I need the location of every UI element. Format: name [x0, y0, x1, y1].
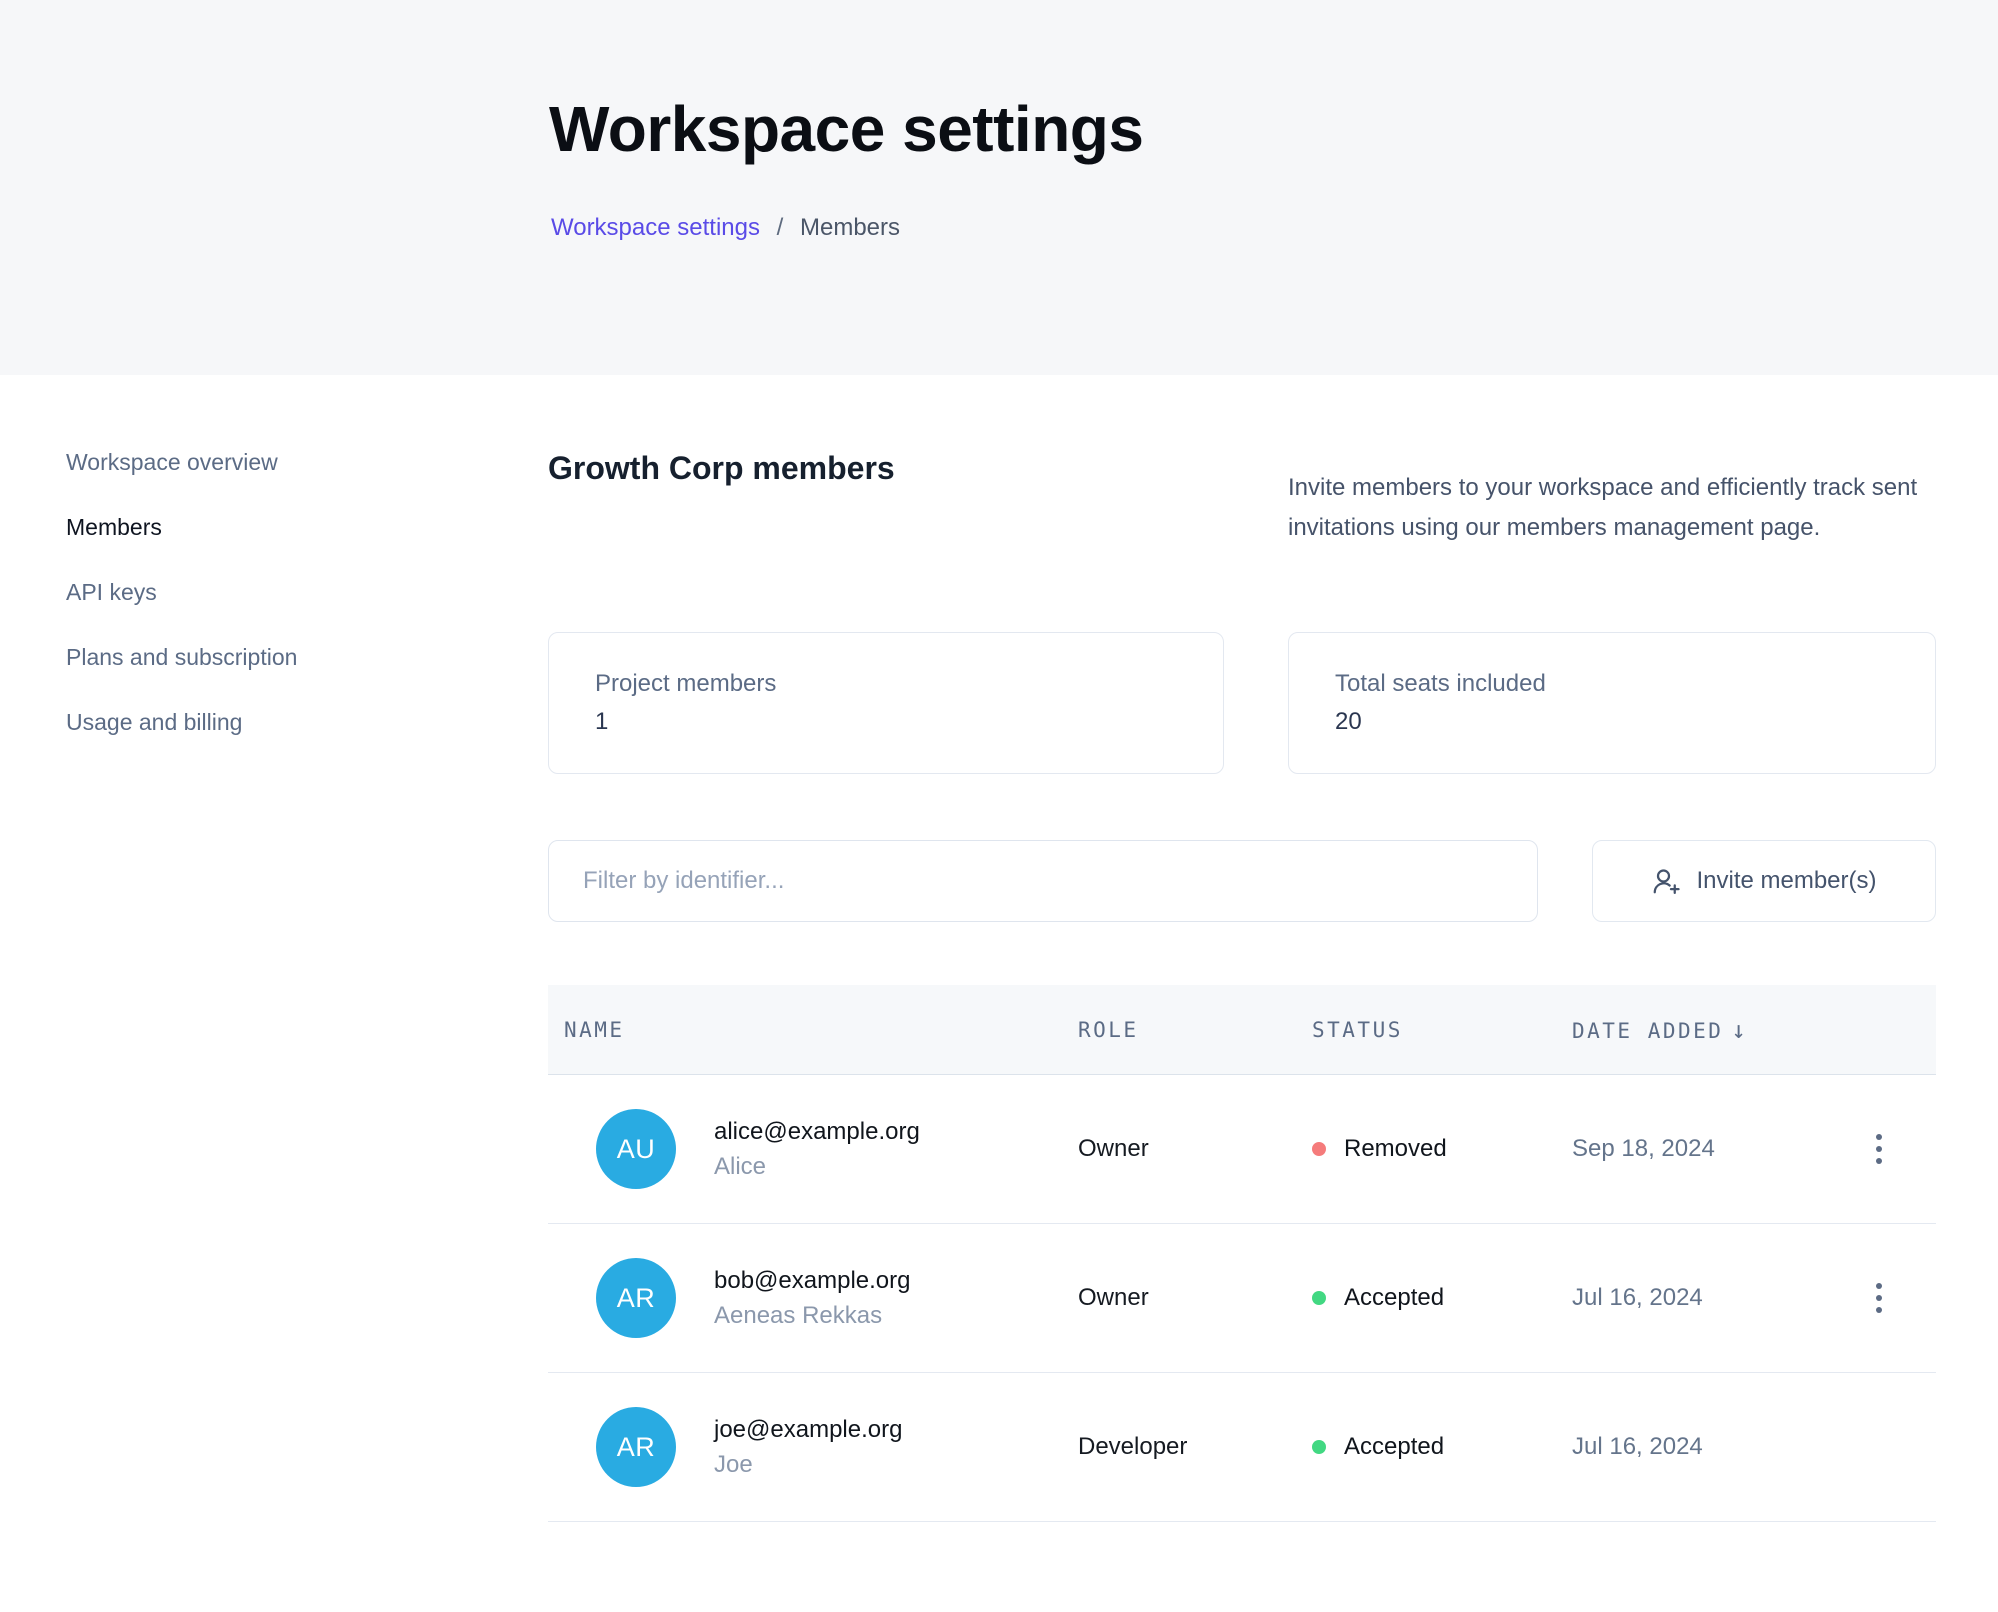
member-email: alice@example.org	[714, 1117, 920, 1147]
stat-label: Project members	[595, 669, 1223, 699]
member-display-name: Alice	[714, 1152, 920, 1182]
member-status: Removed	[1312, 1135, 1572, 1163]
sidebar-item-workspace-overview[interactable]: Workspace overview	[66, 448, 297, 476]
column-header-role: ROLE	[1078, 1018, 1312, 1042]
member-display-name: Joe	[714, 1450, 902, 1480]
settings-sidebar: Workspace overview Members API keys Plan…	[66, 448, 297, 736]
member-name-cell: AU alice@example.org Alice	[548, 1109, 1078, 1189]
page-header: Workspace settings Workspace settings / …	[0, 0, 1998, 375]
breadcrumb-separator: /	[777, 214, 784, 241]
member-name-cell: AR joe@example.org Joe	[548, 1407, 1078, 1487]
column-header-status: STATUS	[1312, 1018, 1572, 1042]
row-menu-button[interactable]	[1866, 1124, 1892, 1174]
member-role: Developer	[1078, 1433, 1312, 1461]
table-row: AR bob@example.org Aeneas Rekkas Owner A…	[548, 1224, 1936, 1373]
member-date-added: Sep 18, 2024	[1572, 1135, 1822, 1163]
kebab-dot	[1876, 1295, 1882, 1301]
status-dot-icon	[1312, 1291, 1326, 1305]
sidebar-item-usage-and-billing[interactable]: Usage and billing	[66, 708, 297, 736]
members-section-heading: Growth Corp members	[548, 450, 895, 487]
user-plus-icon	[1651, 866, 1681, 896]
member-role: Owner	[1078, 1135, 1312, 1163]
row-menu-button[interactable]	[1866, 1273, 1892, 1323]
stat-value: 20	[1335, 707, 1935, 737]
member-status-label: Accepted	[1344, 1284, 1444, 1312]
kebab-dot	[1876, 1146, 1882, 1152]
stat-card-total-seats: Total seats included 20	[1288, 632, 1936, 774]
sidebar-item-api-keys[interactable]: API keys	[66, 578, 297, 606]
members-table: NAME ROLE STATUS DATE ADDED↓ AU alice@ex…	[548, 985, 1936, 1522]
members-section-description: Invite members to your workspace and eff…	[1288, 468, 1948, 548]
avatar: AR	[596, 1407, 676, 1487]
stat-value: 1	[595, 707, 1223, 737]
page-title: Workspace settings	[549, 92, 1143, 166]
member-name-cell: AR bob@example.org Aeneas Rekkas	[548, 1258, 1078, 1338]
avatar: AR	[596, 1258, 676, 1338]
member-date-added: Jul 16, 2024	[1572, 1433, 1822, 1461]
member-status: Accepted	[1312, 1284, 1572, 1312]
table-row: AR joe@example.org Joe Developer Accepte…	[548, 1373, 1936, 1522]
kebab-dot	[1876, 1307, 1882, 1313]
avatar: AU	[596, 1109, 676, 1189]
column-header-date-added[interactable]: DATE ADDED↓	[1572, 1016, 1822, 1044]
stat-card-project-members: Project members 1	[548, 632, 1224, 774]
invite-members-button-label: Invite member(s)	[1696, 867, 1876, 895]
member-status: Accepted	[1312, 1433, 1572, 1461]
member-role: Owner	[1078, 1284, 1312, 1312]
member-status-label: Removed	[1344, 1135, 1447, 1163]
invite-members-button[interactable]: Invite member(s)	[1592, 840, 1936, 922]
breadcrumb-current: Members	[800, 214, 900, 241]
stat-label: Total seats included	[1335, 669, 1935, 699]
filter-input[interactable]	[548, 840, 1538, 922]
member-email: bob@example.org	[714, 1266, 910, 1296]
breadcrumb-link-workspace-settings[interactable]: Workspace settings	[551, 214, 760, 241]
kebab-dot	[1876, 1134, 1882, 1140]
member-display-name: Aeneas Rekkas	[714, 1301, 910, 1331]
member-date-added: Jul 16, 2024	[1572, 1284, 1822, 1312]
member-email: joe@example.org	[714, 1415, 902, 1445]
members-table-header: NAME ROLE STATUS DATE ADDED↓	[548, 985, 1936, 1075]
table-body: AU alice@example.org Alice Owner Removed…	[548, 1075, 1936, 1522]
column-header-name: NAME	[548, 1018, 1078, 1042]
kebab-dot	[1876, 1283, 1882, 1289]
sidebar-item-members[interactable]: Members	[66, 513, 297, 541]
sidebar-item-plans-and-subscription[interactable]: Plans and subscription	[66, 643, 297, 671]
status-dot-icon	[1312, 1440, 1326, 1454]
breadcrumb: Workspace settings / Members	[551, 214, 900, 242]
table-row: AU alice@example.org Alice Owner Removed…	[548, 1075, 1936, 1224]
member-status-label: Accepted	[1344, 1433, 1444, 1461]
kebab-dot	[1876, 1158, 1882, 1164]
status-dot-icon	[1312, 1142, 1326, 1156]
sort-descending-icon: ↓	[1731, 1016, 1745, 1044]
